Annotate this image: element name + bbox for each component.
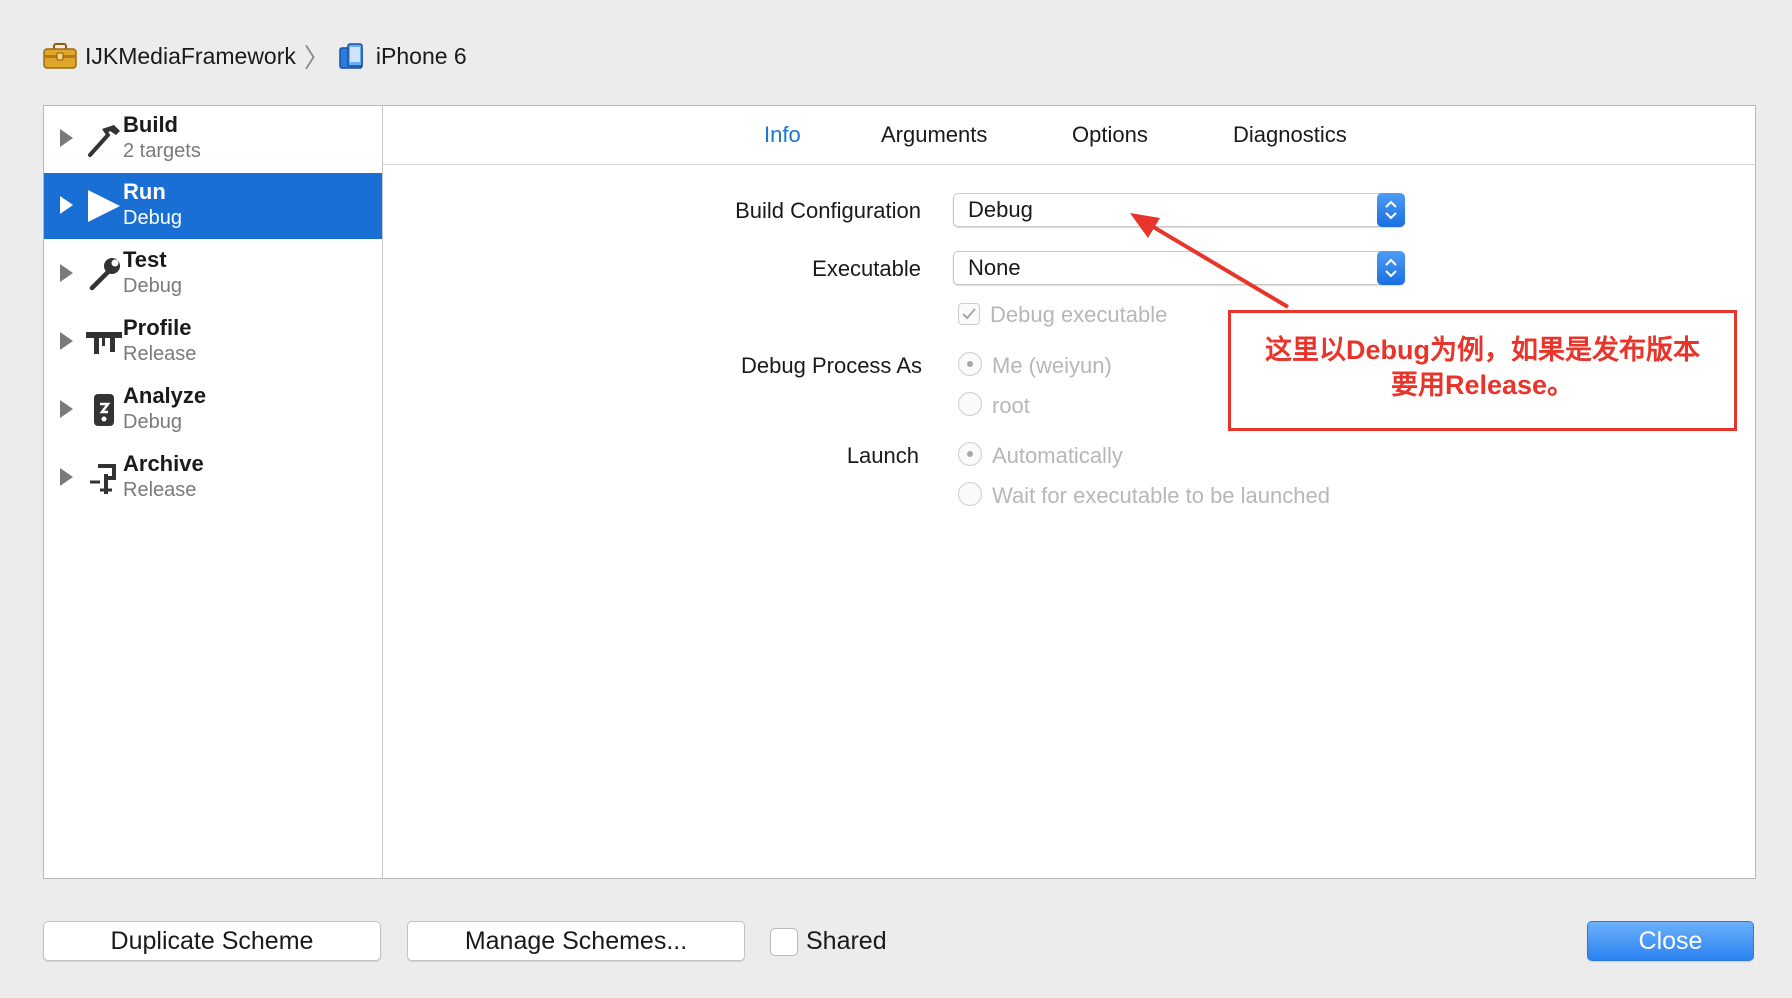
build-configuration-value: Debug	[968, 197, 1033, 222]
radio-me[interactable]	[958, 352, 982, 376]
hammer-icon	[88, 125, 120, 157]
radio-root[interactable]	[958, 392, 982, 416]
project-name: IJKMediaFramework	[85, 42, 296, 69]
checkmark-icon	[962, 308, 976, 320]
breadcrumb-device[interactable]: iPhone 6	[338, 42, 467, 70]
breadcrumb-separator: 〉	[303, 42, 330, 73]
manage-schemes-button[interactable]: Manage Schemes...	[407, 921, 745, 961]
sidebar-item-run[interactable]: Run Debug	[44, 173, 382, 239]
sidebar-item-title: Archive	[123, 451, 204, 476]
sidebar-item-archive[interactable]: Archive Release	[44, 445, 382, 511]
wrench-icon	[89, 258, 120, 291]
disclosure-triangle-icon[interactable]	[60, 468, 73, 486]
executable-value: None	[968, 255, 1021, 280]
tab-arguments[interactable]: Arguments	[881, 122, 987, 148]
disclosure-triangle-icon[interactable]	[60, 129, 73, 147]
disclosure-triangle-icon[interactable]	[60, 400, 73, 418]
radio-wait-for-executable[interactable]	[958, 482, 982, 506]
toolbox-icon	[43, 43, 77, 69]
disclosure-triangle-icon[interactable]	[60, 332, 73, 350]
sidebar-item-title: Test	[123, 247, 167, 272]
sidebar-item-title: Analyze	[123, 383, 207, 408]
sidebar-item-subtitle: Release	[123, 343, 197, 365]
tab-info[interactable]: Info	[764, 122, 801, 148]
build-configuration-popup[interactable]: Debug	[953, 193, 1405, 227]
tab-options[interactable]: Options	[1072, 122, 1148, 148]
caliper-icon	[86, 332, 122, 354]
executable-popup[interactable]: None	[953, 251, 1405, 285]
build-configuration-label: Build Configuration	[735, 198, 921, 223]
device-icon	[339, 43, 363, 69]
sidebar-item-subtitle: Debug	[123, 411, 182, 433]
debug-executable-label: Debug executable	[990, 302, 1168, 327]
debug-process-as-label: Debug Process As	[741, 353, 922, 378]
annotation-line-1: 这里以Debug为例，如果是发布版本	[1265, 335, 1700, 365]
play-icon	[88, 190, 120, 222]
analyze-icon	[94, 394, 114, 426]
shared-checkbox[interactable]	[770, 928, 798, 956]
tab-bar: Info Arguments Options Diagnostics	[383, 106, 1755, 165]
radio-root-label: root	[992, 393, 1030, 418]
scheme-detail-pane: Info Arguments Options Diagnostics Build…	[383, 106, 1755, 878]
sidebar-item-subtitle: Release	[123, 479, 197, 501]
sidebar-item-title: Run	[123, 179, 166, 204]
sidebar-item-title: Build	[123, 112, 178, 137]
sidebar-item-test[interactable]: Test Debug	[44, 241, 382, 307]
sidebar-item-title: Profile	[123, 315, 192, 340]
sidebar-item-analyze[interactable]: Analyze Debug	[44, 377, 382, 443]
radio-dot	[967, 361, 973, 367]
disclosure-triangle-icon[interactable]	[60, 196, 73, 214]
chevron-up-down-icon	[1385, 200, 1397, 220]
popup-stepper	[1377, 193, 1405, 227]
chevron-up-down-icon	[1385, 258, 1397, 278]
tab-diagnostics[interactable]: Diagnostics	[1233, 122, 1347, 148]
annotation-callout: 这里以Debug为例，如果是发布版本 要用Release。	[1228, 310, 1737, 431]
radio-automatically-label: Automatically	[992, 443, 1123, 468]
popup-stepper	[1377, 251, 1405, 285]
sidebar-item-build[interactable]: Build 2 targets	[44, 106, 382, 172]
sidebar-item-profile[interactable]: Profile Release	[44, 309, 382, 375]
shared-label: Shared	[806, 927, 887, 955]
scheme-action-list: Build 2 targets Run Debug Test Debug Pro…	[44, 106, 383, 878]
sidebar-item-subtitle: Debug	[123, 207, 182, 229]
disclosure-triangle-icon[interactable]	[60, 264, 73, 282]
radio-automatically[interactable]	[958, 442, 982, 466]
breadcrumb: IJKMediaFramework 〉 iPhone 6	[43, 40, 467, 73]
sidebar-item-subtitle: Debug	[123, 275, 182, 297]
sidebar-item-subtitle: 2 targets	[123, 140, 201, 162]
annotation-line-2: 要用Release。	[1390, 370, 1575, 400]
radio-me-label: Me (weiyun)	[992, 353, 1112, 378]
device-name: iPhone 6	[375, 42, 467, 69]
archive-icon	[90, 464, 116, 494]
annotation-text: 这里以Debug为例，如果是发布版本 要用Release。	[1231, 333, 1734, 403]
duplicate-scheme-button[interactable]: Duplicate Scheme	[43, 921, 381, 961]
radio-wait-label: Wait for executable to be launched	[992, 483, 1330, 508]
debug-executable-checkbox[interactable]	[958, 303, 980, 325]
launch-label: Launch	[846, 443, 919, 468]
close-button[interactable]: Close	[1587, 921, 1754, 961]
scheme-editor-panel: Build 2 targets Run Debug Test Debug Pro…	[43, 105, 1756, 879]
breadcrumb-project[interactable]: IJKMediaFramework	[43, 42, 296, 70]
radio-dot	[967, 451, 973, 457]
executable-label: Executable	[812, 256, 921, 281]
